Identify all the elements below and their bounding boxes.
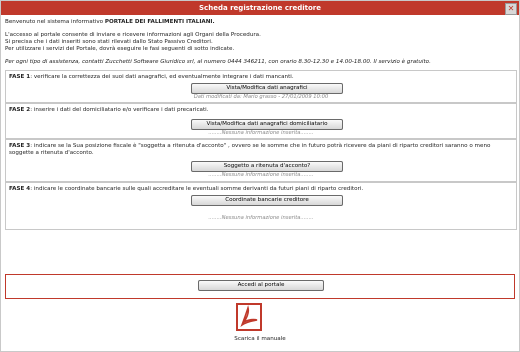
step-4-description: FASE 4: indicare le coordinate bancarie … xyxy=(9,186,363,192)
portal-name: PORTALE DEI FALLIMENTI ITALIANI. xyxy=(104,19,215,25)
step-2-note: ........Nessuna informazione inserita...… xyxy=(208,130,314,136)
step-1-description: FASE 1: verificare la correttezza dei su… xyxy=(9,74,294,80)
download-manual-link[interactable]: Scarica il manuale xyxy=(1,336,519,342)
registration-window: Scheda registrazione creditore ✕ Benvenu… xyxy=(0,0,520,352)
step-3-note: ........Nessuna informazione inserita...… xyxy=(208,172,314,178)
assistance-text: Per ogni tipo di assistenza, contatti Zu… xyxy=(5,59,431,65)
step-2-label: FASE 2 xyxy=(9,107,31,113)
step-2-text: : inserire i dati del domiciliatario e/o… xyxy=(30,107,209,113)
step-4-note: ........Nessuna informazione inserita...… xyxy=(208,215,314,221)
step-3-description: FASE 3: indicare se la Sua posizione fis… xyxy=(9,143,509,157)
bank-details-button[interactable]: Coordinate bancarie creditore xyxy=(191,195,343,206)
step-2: FASE 2: inserire i dati del domiciliatar… xyxy=(5,103,517,139)
step-3: FASE 3: indicare se la Sua posizione fis… xyxy=(5,139,517,182)
intro-line-1: L'accesso al portale consente di inviare… xyxy=(5,32,261,38)
welcome-text: Benvenuto nel sistema informativo PORTAL… xyxy=(5,19,215,25)
intro-line-2: Si precisa che i dati inseriti sono stat… xyxy=(5,39,213,45)
step-1-label: FASE 1 xyxy=(9,74,31,80)
step-3-label: FASE 3 xyxy=(9,143,31,149)
step-4: FASE 4: indicare le coordinate bancarie … xyxy=(5,182,517,230)
edit-personal-data-button[interactable]: Vista/Modifica dati anagrafici xyxy=(191,83,343,94)
step-1-note: Dati modificati da: Mario grasso - 27/01… xyxy=(193,94,329,100)
access-section: Accedi al portale xyxy=(5,274,515,299)
step-3-text: : indicare se la Sua posizione fiscale è… xyxy=(9,143,491,156)
withholding-tax-button[interactable]: Soggetto a ritenuta d'acconto? xyxy=(191,161,343,172)
step-1-text: : verificare la correttezza dei suoi dat… xyxy=(30,74,294,80)
intro-line-3: Per utilizzare i servizi del Portale, do… xyxy=(5,46,235,52)
close-icon[interactable]: ✕ xyxy=(505,3,517,15)
step-2-description: FASE 2: inserire i dati del domiciliatar… xyxy=(9,107,209,113)
edit-domiciliary-data-button[interactable]: Vista/Modifica dati anagrafici domicilia… xyxy=(191,119,343,130)
step-4-text: : indicare le coordinate bancarie sulle … xyxy=(30,186,364,192)
step-4-label: FASE 4 xyxy=(9,186,31,192)
welcome-prefix: Benvenuto nel sistema informativo xyxy=(5,19,105,25)
step-1: FASE 1: verificare la correttezza dei su… xyxy=(5,70,517,103)
window-title: Scheda registrazione creditore xyxy=(1,1,519,15)
access-portal-button[interactable]: Accedi al portale xyxy=(198,280,324,291)
pdf-icon[interactable] xyxy=(236,303,262,331)
